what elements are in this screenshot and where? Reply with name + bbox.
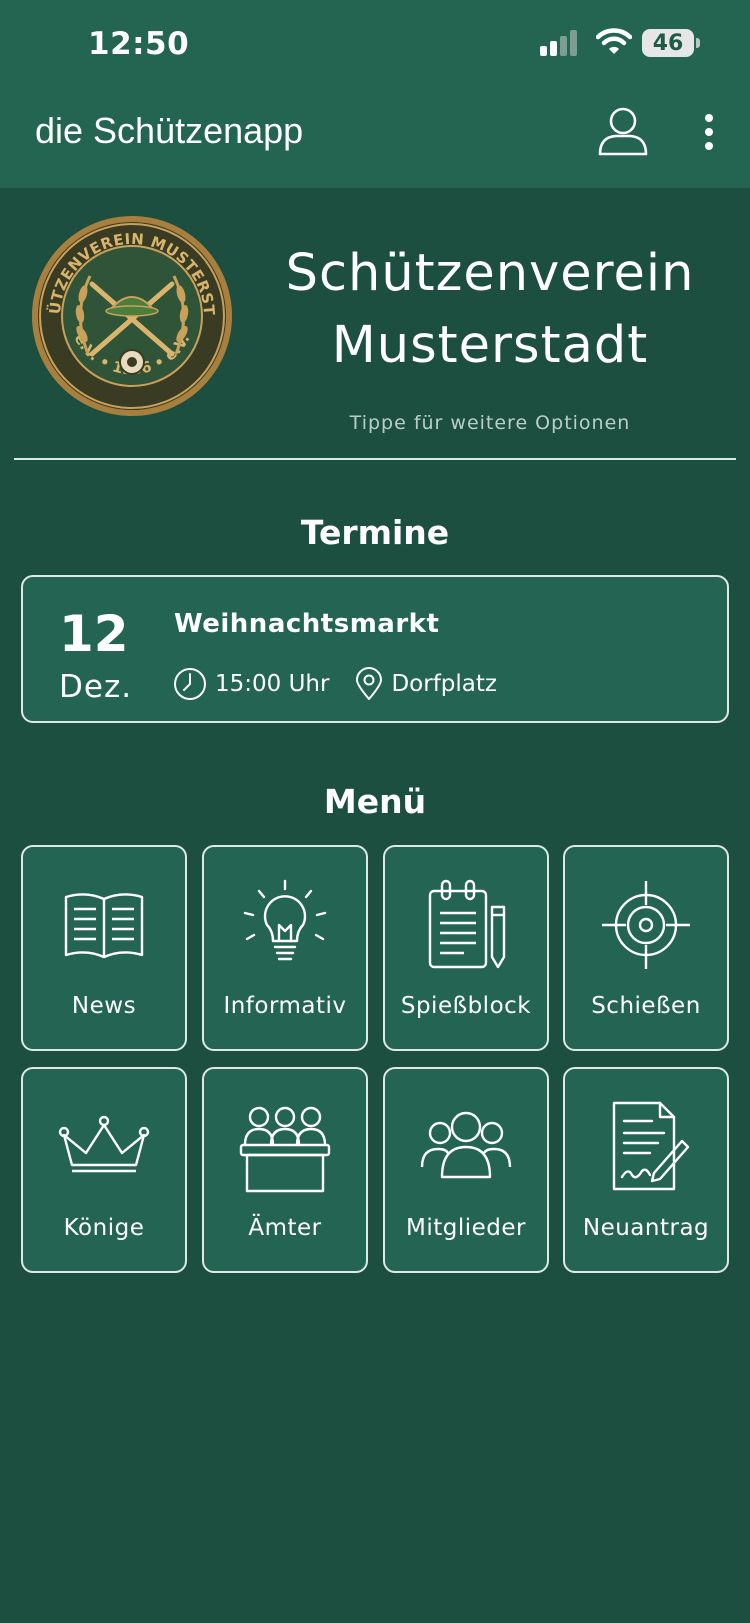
- application-form-icon: [612, 1101, 690, 1191]
- notepad-pencil-icon: [428, 879, 506, 969]
- events-section-title: Termine: [300, 513, 450, 552]
- event-title: Weihnachtsmarkt: [174, 609, 440, 639]
- more-options-icon[interactable]: [694, 112, 724, 152]
- crown-icon: [58, 1115, 150, 1173]
- menu-label-news: News: [71, 993, 137, 1019]
- wifi-icon: [596, 28, 632, 54]
- club-name-line1: Schützenverein: [285, 244, 695, 303]
- menu-label-neuantrag: Neuantrag: [582, 1215, 710, 1241]
- event-month: Dez.: [59, 669, 133, 705]
- club-logo: SCHÜTZENVEREIN MUSTERSTADT e.V. • 1906 •…: [30, 214, 232, 416]
- menu-tile-mitglieder[interactable]: Mitglieder: [383, 1067, 549, 1273]
- menu-label-schiessen: Schießen: [591, 993, 701, 1019]
- menu-tile-neuantrag[interactable]: Neuantrag: [563, 1067, 729, 1273]
- menu-section-title: Menü: [323, 782, 427, 821]
- menu-tile-informativ[interactable]: Informativ: [202, 845, 368, 1051]
- event-card[interactable]: 12 Dez. Weihnachtsmarkt 15:00 Uhr Dorfpl…: [21, 575, 729, 723]
- members-group-icon: [420, 1111, 512, 1179]
- menu-label-spiessblock: Spießblock: [400, 993, 532, 1019]
- menu-tile-spiessblock[interactable]: Spießblock: [383, 845, 549, 1051]
- club-name: Schützenverein Musterstadt: [280, 238, 700, 382]
- event-location: Dorfplatz: [391, 671, 497, 697]
- status-time: 12:50: [88, 26, 190, 62]
- profile-icon[interactable]: [596, 104, 650, 158]
- event-day: 12: [59, 605, 129, 663]
- committee-icon: [239, 1106, 331, 1193]
- menu-label-aemter: Ämter: [248, 1215, 322, 1241]
- menu-label-mitglieder: Mitglieder: [406, 1215, 526, 1241]
- club-hint: Tippe für weitere Optionen: [349, 412, 631, 434]
- app-title: die Schützenapp: [35, 110, 304, 151]
- app-bar: 12:50 46 die Schützenapp: [0, 0, 750, 188]
- clock-icon: [174, 668, 206, 700]
- open-book-icon: [64, 893, 144, 959]
- menu-tile-koenige[interactable]: Könige: [21, 1067, 187, 1273]
- menu-label-koenige: Könige: [63, 1215, 145, 1241]
- location-pin-icon: [356, 667, 383, 700]
- menu-tile-news[interactable]: News: [21, 845, 187, 1051]
- crosshair-target-icon: [602, 881, 690, 969]
- club-name-line2: Musterstadt: [331, 316, 649, 375]
- menu-tile-aemter[interactable]: Ämter: [202, 1067, 368, 1273]
- battery-indicator: 46: [642, 29, 700, 57]
- divider: [14, 458, 736, 460]
- club-header[interactable]: SCHÜTZENVEREIN MUSTERSTADT e.V. • 1906 •…: [0, 188, 750, 460]
- menu-tile-schiessen[interactable]: Schießen: [563, 845, 729, 1051]
- lightbulb-icon: [243, 879, 327, 961]
- status-icons: 46: [500, 0, 750, 90]
- event-meta: 15:00 Uhr Dorfplatz: [173, 667, 497, 701]
- cellular-signal-icon: [540, 30, 582, 56]
- menu-label-informativ: Informativ: [223, 993, 347, 1019]
- event-time: 15:00 Uhr: [215, 671, 330, 697]
